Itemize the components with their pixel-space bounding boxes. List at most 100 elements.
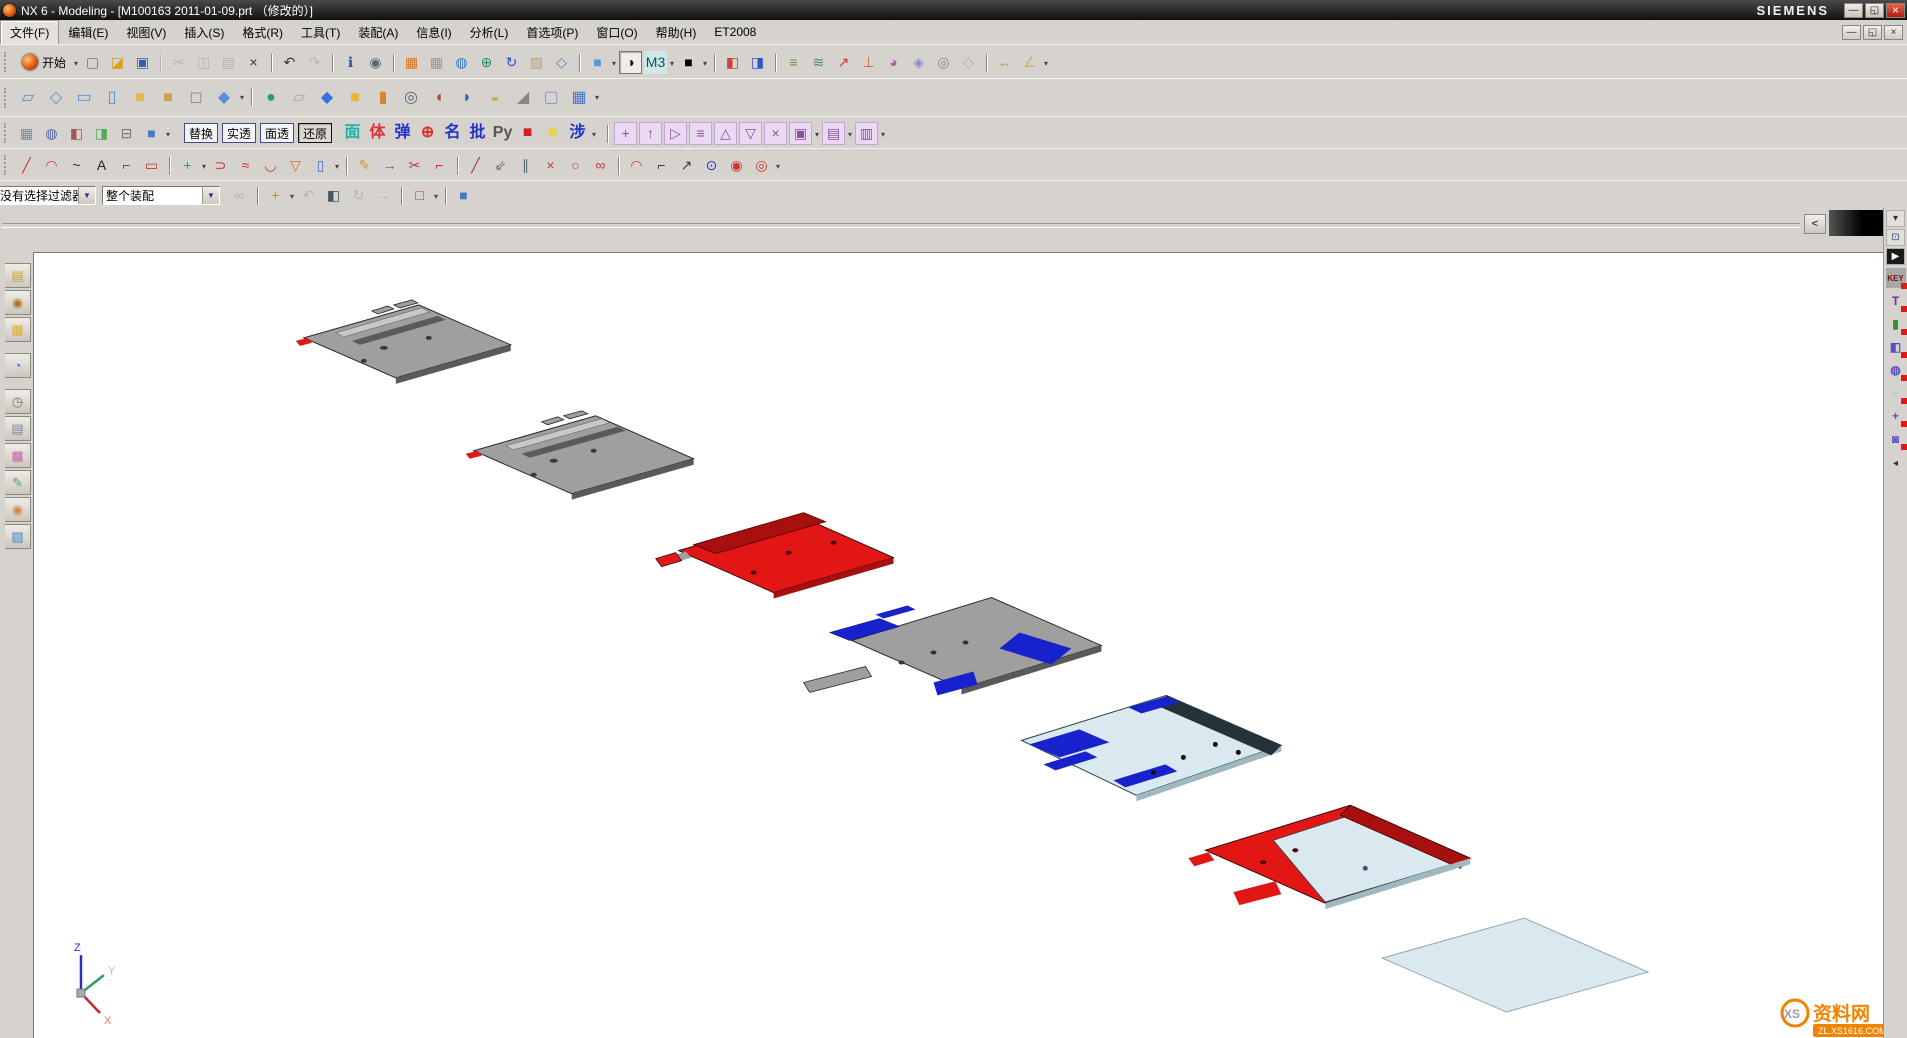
clip-section-button[interactable]: ◨ — [90, 122, 113, 145]
shaded-view-button[interactable]: ■ — [155, 85, 181, 111]
spring-tool-button[interactable]: 弹 — [391, 122, 414, 145]
restore-button[interactable]: 还原 — [298, 123, 332, 143]
arc-button[interactable]: ◠ — [40, 154, 63, 177]
csys-constructor-button[interactable]: ⊥ — [857, 51, 880, 74]
fillet-button[interactable]: ◠ — [625, 154, 648, 177]
toolbar-grip[interactable] — [4, 155, 10, 175]
trimetric-view-button[interactable]: ▱ — [15, 85, 41, 111]
part-stage-6[interactable] — [1188, 805, 1470, 909]
datum-csys-button[interactable]: ◆ — [314, 85, 340, 111]
solid-translucency-button[interactable]: 实透 — [222, 123, 256, 143]
part-stage-5[interactable] — [1021, 695, 1281, 801]
menu-assemblies[interactable]: 装配(A) — [349, 21, 407, 44]
undo-selection-button[interactable]: ↶ — [297, 184, 320, 207]
profile-button[interactable]: ⌐ — [115, 154, 138, 177]
visualization-tab[interactable]: ✎ — [5, 470, 31, 495]
find-button[interactable]: ◉ — [364, 51, 387, 74]
part-navigator-tab[interactable]: ▦ — [5, 317, 31, 342]
name-display-button[interactable]: 名 — [441, 122, 464, 145]
solid-select-button[interactable]: ■ — [452, 184, 475, 207]
line-button[interactable]: ╱ — [15, 154, 38, 177]
two-tangent-circle-button[interactable]: ∞ — [589, 154, 612, 177]
menu-tools[interactable]: 工具(T) — [292, 21, 349, 44]
measure-body-button[interactable]: ▥ — [855, 122, 878, 145]
link-selection-button[interactable]: ∞ — [228, 184, 251, 207]
select-arrow-button[interactable]: → — [372, 184, 395, 207]
point-constructor-button[interactable]: ● — [258, 85, 284, 111]
orient-view-button[interactable]: ◆ — [211, 85, 237, 111]
body-display-button[interactable]: 体 — [366, 122, 389, 145]
system-materials-tab[interactable]: ▤ — [5, 416, 31, 441]
vector-line-button[interactable]: ⇙ — [489, 154, 512, 177]
maximize-view-button[interactable]: ⊡ — [1886, 229, 1905, 246]
menu-preferences[interactable]: 首选项(P) — [517, 21, 587, 44]
spline-button[interactable]: ~ — [65, 154, 88, 177]
graphics-window[interactable]: Z Y X XS 资料网 ZL.XS1616.COM — [33, 252, 1884, 1038]
work-section-button[interactable]: ■ — [140, 122, 163, 145]
key-template-item[interactable]: KEY — [1886, 268, 1906, 288]
center-circle-button[interactable]: ⊙ — [700, 154, 723, 177]
menu-help[interactable]: 帮助(H) — [647, 21, 706, 44]
minimize-button[interactable]: — — [1844, 3, 1863, 18]
view-plane-button[interactable]: M3 — [644, 51, 667, 74]
toolbar-grip[interactable] — [4, 123, 10, 143]
join-curve-button[interactable]: ◡ — [259, 154, 282, 177]
hole-button[interactable]: ◎ — [398, 85, 424, 111]
toolbar-scroll-left-button[interactable]: < — [1804, 214, 1826, 234]
arrange-component-button[interactable]: ≡ — [689, 122, 712, 145]
part-stage-3[interactable] — [656, 513, 894, 599]
move-component-button[interactable]: + — [614, 122, 637, 145]
background-color-button[interactable]: ■ — [677, 51, 700, 74]
shaded-cube-button[interactable]: ■ — [586, 51, 609, 74]
layer-category-button[interactable]: ≋ — [807, 51, 830, 74]
diameter-circle-button[interactable]: ◉ — [725, 154, 748, 177]
assembly-navigator-tab[interactable]: ▤ — [5, 263, 31, 288]
block-template-item[interactable]: ▮ — [1886, 314, 1906, 334]
face-translucency-button[interactable]: 面透 — [260, 123, 294, 143]
tangent-circle-button[interactable]: ○ — [564, 154, 587, 177]
menu-analysis[interactable]: 分析(L) — [461, 21, 518, 44]
section-view-button[interactable]: ◧ — [65, 122, 88, 145]
constraint-navigator-tab[interactable]: ◉ — [5, 290, 31, 315]
menu-et2008[interactable]: ET2008 — [705, 22, 765, 42]
edit-section-button[interactable]: ⊟ — [115, 122, 138, 145]
drag-component-button[interactable]: ▷ — [664, 122, 687, 145]
mdi-close-button[interactable]: × — [1884, 25, 1903, 40]
mdi-restore-button[interactable]: ◱ — [1863, 25, 1882, 40]
text-template-item[interactable]: T — [1886, 291, 1906, 311]
snapshot-button[interactable]: ▨ — [525, 51, 548, 74]
toolbar-overflow-button[interactable]: ▶ — [1886, 248, 1905, 265]
cross-template-item[interactable]: + — [1886, 406, 1906, 426]
save-button[interactable]: ▣ — [131, 51, 154, 74]
rendering-style-button[interactable]: ◑ — [619, 51, 642, 74]
magnifier-window-button[interactable]: ◍ — [450, 51, 473, 74]
toolbar-grip[interactable] — [4, 52, 10, 72]
orient-cube-button[interactable]: ◧ — [322, 184, 345, 207]
selection-scope-combo[interactable]: 整个装配 ▼ — [102, 186, 220, 205]
bridge-curve-button[interactable]: ≈ — [234, 154, 257, 177]
object-display-mode-button[interactable]: ▦ — [15, 122, 38, 145]
part-stage-2[interactable] — [466, 411, 694, 500]
vector-constructor-button[interactable]: ↗ — [832, 51, 855, 74]
subtract-button[interactable]: ◗ — [454, 85, 480, 111]
interference-check-button[interactable]: 涉 — [566, 122, 589, 145]
menu-insert[interactable]: 插入(S) — [175, 21, 233, 44]
shaded-with-edges-button[interactable]: ■ — [127, 85, 153, 111]
face-analysis-button[interactable]: ◍ — [40, 122, 63, 145]
coordinate-py-button[interactable]: Py — [491, 122, 514, 145]
bracket-template-item[interactable]: ◧ — [1886, 337, 1906, 357]
intersection-curve-button[interactable]: ▯ — [309, 154, 332, 177]
isometric-view-button[interactable]: ◇ — [43, 85, 69, 111]
pattern-feature-button[interactable]: ▦ — [566, 85, 592, 111]
project-curve-button[interactable]: ▽ — [284, 154, 307, 177]
point-button[interactable]: + — [176, 154, 199, 177]
roles-tab[interactable]: ◉ — [5, 497, 31, 522]
edit-curve-button[interactable]: ✎ — [353, 154, 376, 177]
cone-body-button[interactable]: ▽ — [739, 122, 762, 145]
wireframe-view-button[interactable]: ◻ — [183, 85, 209, 111]
menu-file[interactable]: 文件(F) — [0, 20, 59, 45]
grid-display-button[interactable]: ⊕ — [416, 122, 439, 145]
open-button[interactable]: ◪ — [106, 51, 129, 74]
rotate-view-button[interactable]: ↻ — [500, 51, 523, 74]
rotate-csys-button[interactable]: ↻ — [347, 184, 370, 207]
